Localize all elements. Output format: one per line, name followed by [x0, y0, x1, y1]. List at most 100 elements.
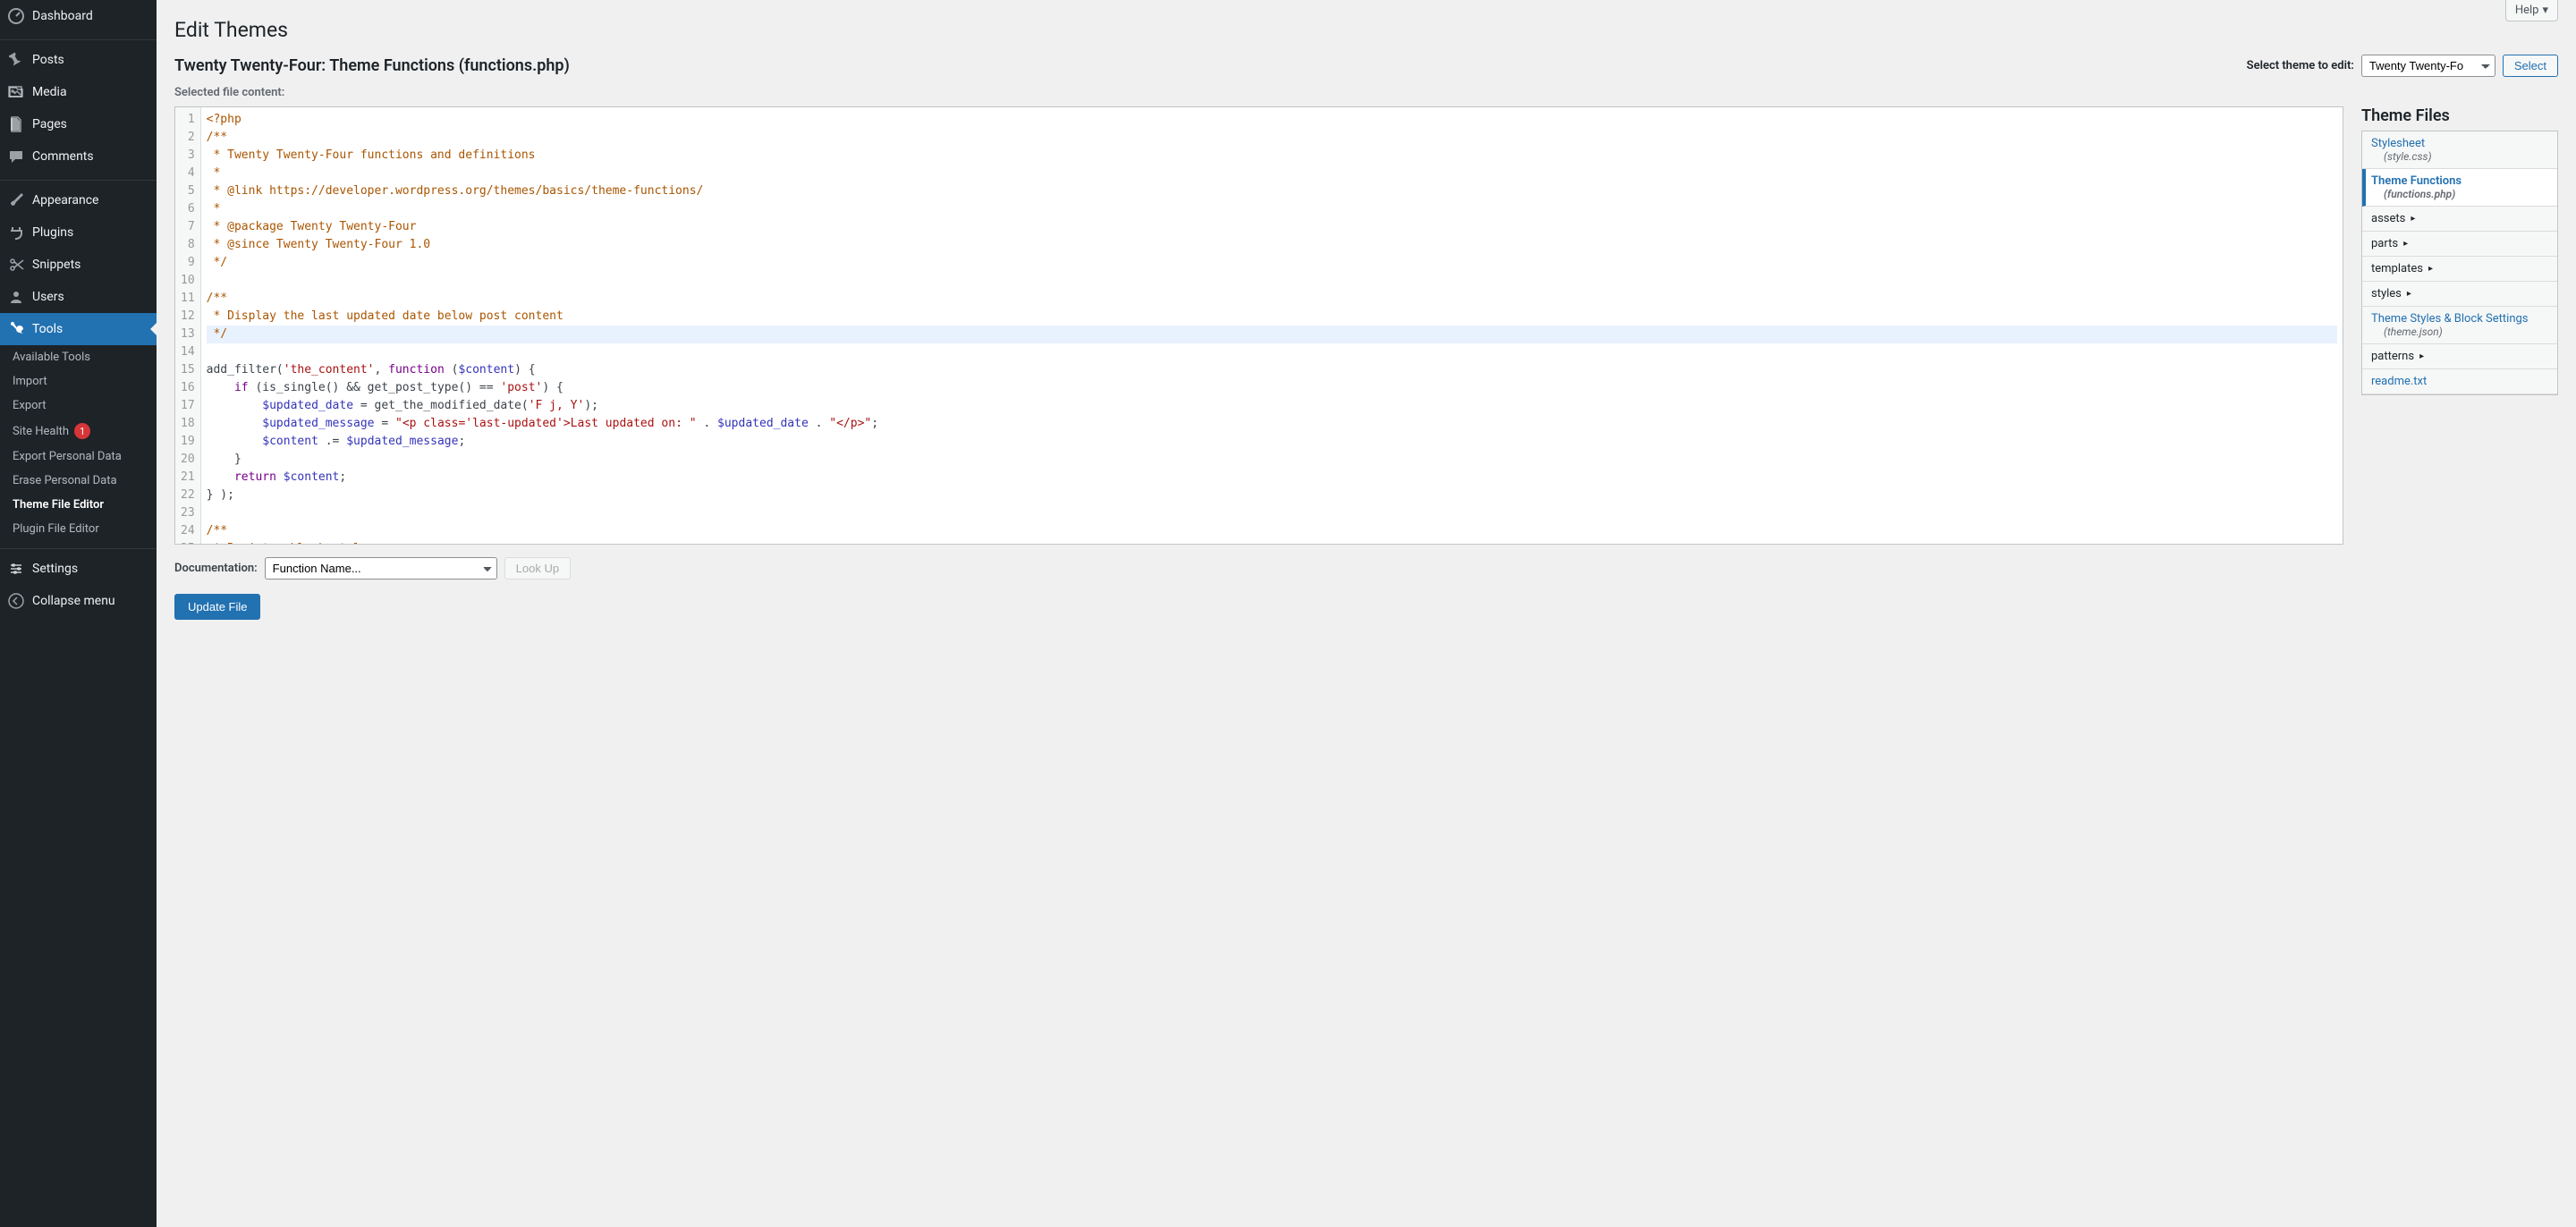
line-number: 15 — [181, 361, 195, 379]
comment-icon — [7, 148, 25, 165]
theme-files-heading: Theme Files — [2361, 106, 2558, 125]
file-item-theme-functions[interactable]: Theme Functions(functions.php) — [2362, 169, 2557, 207]
file-item-assets[interactable]: assets — [2362, 207, 2557, 232]
code-content[interactable]: <?php /** * Twenty Twenty-Four functions… — [201, 107, 2343, 544]
file-label: readme.txt — [2371, 375, 2427, 388]
submenu-label: Erase Personal Data — [13, 474, 117, 487]
file-subtitle: Twenty Twenty-Four: Theme Functions (fun… — [174, 56, 570, 75]
file-item-styles[interactable]: styles — [2362, 282, 2557, 307]
line-number: 2 — [181, 129, 195, 147]
menu-label: Dashboard — [32, 9, 93, 23]
menu-item-pages[interactable]: Pages — [0, 108, 157, 140]
submenu-item-plugin-file-editor[interactable]: Plugin File Editor — [0, 517, 157, 541]
code-line: * @package Twenty Twenty-Four — [207, 220, 417, 233]
menu-item-settings[interactable]: Settings — [0, 553, 157, 585]
dashboard-icon — [7, 7, 25, 25]
line-number: 12 — [181, 308, 195, 326]
code-line: } — [207, 453, 242, 466]
code-line: /** — [207, 292, 227, 305]
code-line: $content .= $updated_message; — [207, 435, 466, 448]
file-label: Theme Styles & Block Settings — [2371, 312, 2529, 326]
file-desc: (style.css) — [2384, 150, 2548, 163]
code-line: return $content; — [207, 470, 347, 484]
menu-label: Collapse menu — [32, 594, 115, 608]
submenu-item-export[interactable]: Export — [0, 393, 157, 418]
menu-item-comments[interactable]: Comments — [0, 140, 157, 173]
user-icon — [7, 288, 25, 306]
submenu-item-erase-personal-data[interactable]: Erase Personal Data — [0, 469, 157, 493]
line-gutter: 1234567891011121314151617181920212223242… — [175, 107, 201, 544]
menu-item-collapse-menu[interactable]: Collapse menu — [0, 585, 157, 617]
submenu-item-export-personal-data[interactable]: Export Personal Data — [0, 444, 157, 469]
update-file-button[interactable]: Update File — [174, 594, 260, 620]
page-title: Edit Themes — [174, 18, 2558, 42]
theme-select[interactable]: Twenty Twenty-Fo — [2361, 55, 2496, 77]
theme-file-tree: Stylesheet(style.css)Theme Functions(fun… — [2361, 131, 2558, 395]
menu-item-appearance[interactable]: Appearance — [0, 184, 157, 216]
menu-item-tools[interactable]: Tools — [0, 313, 157, 345]
help-tab[interactable]: Help ▾ — [2505, 0, 2558, 21]
code-line: } ); — [207, 488, 234, 502]
menu-label: Snippets — [32, 258, 80, 272]
menu-label: Plugins — [32, 225, 73, 240]
code-line: $updated_date = get_the_modified_date('F… — [207, 399, 598, 412]
menu-separator — [0, 545, 157, 549]
menu-item-posts[interactable]: Posts — [0, 44, 157, 76]
submenu-item-available-tools[interactable]: Available Tools — [0, 345, 157, 369]
menu-item-plugins[interactable]: Plugins — [0, 216, 157, 249]
line-number: 4 — [181, 165, 195, 182]
file-desc: (theme.json) — [2384, 326, 2548, 338]
menu-label: Settings — [32, 562, 78, 576]
code-line: * Register block styles. — [207, 542, 382, 545]
submenu-item-import[interactable]: Import — [0, 369, 157, 393]
line-number: 3 — [181, 147, 195, 165]
menu-label: Users — [32, 290, 64, 304]
code-line: add_filter('the_content', function ($con… — [207, 363, 536, 377]
file-label: styles — [2371, 287, 2402, 300]
line-number: 25 — [181, 540, 195, 545]
selected-file-label: Selected file content: — [174, 86, 2558, 99]
menu-label: Pages — [32, 117, 67, 131]
menu-label: Comments — [32, 149, 94, 164]
submenu-item-theme-file-editor[interactable]: Theme File Editor — [0, 493, 157, 517]
line-number: 9 — [181, 254, 195, 272]
line-number: 1 — [181, 111, 195, 129]
file-item-parts[interactable]: parts — [2362, 232, 2557, 257]
code-line: /** — [207, 524, 227, 537]
submenu-item-site-health[interactable]: Site Health1 — [0, 418, 157, 444]
file-item-patterns[interactable]: patterns — [2362, 344, 2557, 369]
brush-icon — [7, 191, 25, 209]
code-line: * @link https://developer.wordpress.org/… — [207, 184, 704, 198]
submenu-label: Theme File Editor — [13, 498, 104, 512]
select-theme-label: Select theme to edit: — [2247, 59, 2354, 72]
page-icon — [7, 115, 25, 133]
file-label: patterns — [2371, 350, 2414, 363]
line-number: 8 — [181, 236, 195, 254]
menu-label: Appearance — [32, 193, 98, 207]
lookup-button[interactable]: Look Up — [504, 557, 571, 580]
file-item-theme-styles-block-settings[interactable]: Theme Styles & Block Settings(theme.json… — [2362, 307, 2557, 344]
menu-item-dashboard[interactable]: Dashboard — [0, 0, 157, 32]
submenu-label: Export Personal Data — [13, 450, 122, 463]
menu-item-users[interactable]: Users — [0, 281, 157, 313]
line-number: 22 — [181, 487, 195, 504]
chevron-down-icon: ▾ — [2542, 4, 2548, 17]
line-number: 24 — [181, 522, 195, 540]
submenu-label: Export — [13, 399, 47, 412]
line-number: 7 — [181, 218, 195, 236]
code-line: /** — [207, 131, 227, 144]
media-icon — [7, 83, 25, 101]
file-item-readme-txt[interactable]: readme.txt — [2362, 369, 2557, 394]
file-label: assets — [2371, 212, 2405, 225]
menu-item-snippets[interactable]: Snippets — [0, 249, 157, 281]
function-select[interactable]: Function Name... — [265, 557, 497, 580]
file-item-stylesheet[interactable]: Stylesheet(style.css) — [2362, 131, 2557, 169]
file-item-templates[interactable]: templates — [2362, 257, 2557, 282]
file-label: parts — [2371, 237, 2398, 250]
code-line: <?php — [207, 113, 242, 126]
menu-item-media[interactable]: Media — [0, 76, 157, 108]
select-button[interactable]: Select — [2503, 55, 2558, 77]
code-editor[interactable]: 1234567891011121314151617181920212223242… — [174, 106, 2343, 545]
menu-label: Media — [32, 85, 67, 99]
line-number: 19 — [181, 433, 195, 451]
